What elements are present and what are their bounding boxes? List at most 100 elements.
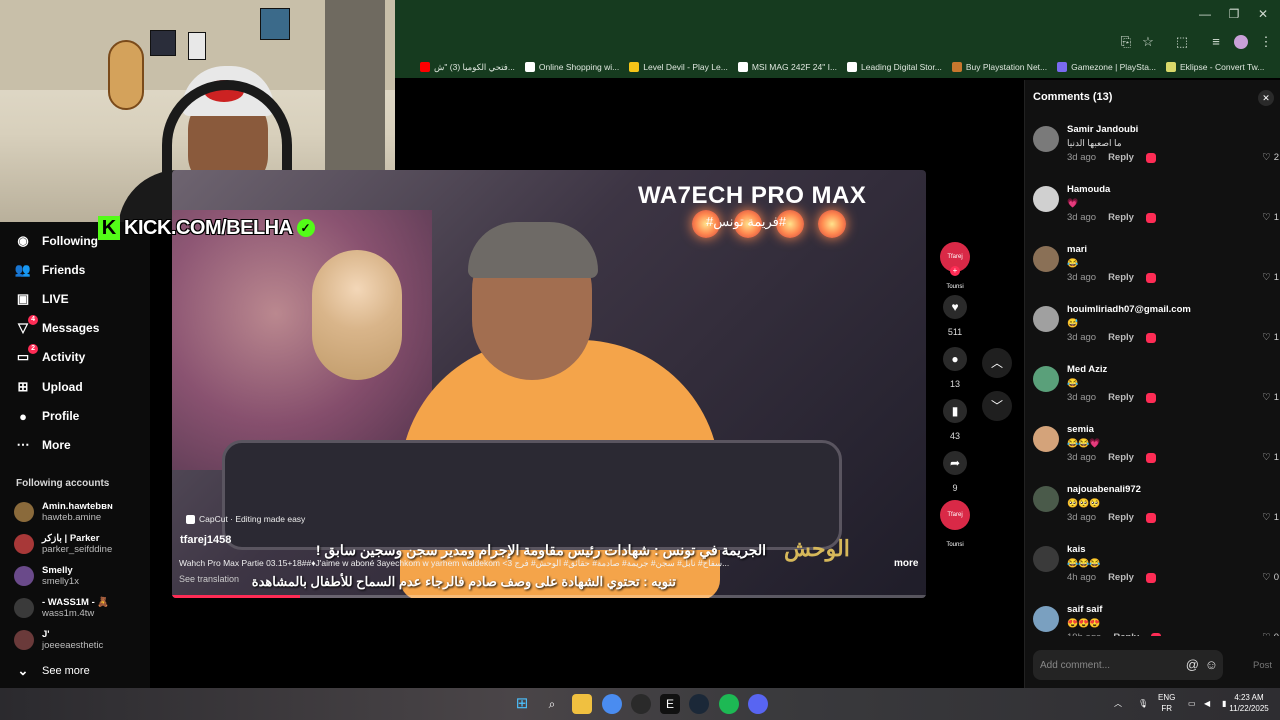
language-indicator[interactable]: ENG FR [1158,692,1175,714]
bookmark-item[interactable]: Online Shopping wi... [524,62,619,72]
reply-button[interactable]: Reply [1108,332,1134,343]
commenter-name[interactable]: Hamouda [1067,184,1110,195]
reply-button[interactable]: Reply [1108,572,1134,583]
windows-start-icon[interactable]: ⊞ [512,694,532,714]
network-icon[interactable]: ▭ [1188,698,1196,709]
steam-icon[interactable] [689,694,709,714]
sidebar-item-live[interactable]: ▣ LIVE [14,286,69,312]
sidebar-item-profile[interactable]: ● Profile [14,403,79,429]
sidebar-item-friends[interactable]: 👥 Friends [14,257,85,283]
comment-input[interactable] [1033,650,1183,680]
commenter-avatar[interactable] [1033,126,1059,152]
bookmark-item[interactable]: Level Devil - Play Le... [629,62,728,72]
reply-button[interactable]: Reply [1108,212,1134,223]
mention-icon[interactable]: @ [1186,657,1199,672]
commenter-avatar[interactable] [1033,186,1059,212]
profile-avatar-icon[interactable] [1231,32,1251,52]
sidebar-item-upload[interactable]: ⊞ Upload [14,374,83,400]
sidebar-item-messages[interactable]: ▽ 4 Messages [14,315,99,341]
commenter-name[interactable]: houimliriadh07@gmail.com [1067,304,1191,315]
commenter-avatar[interactable] [1033,486,1059,512]
reply-button[interactable]: Reply [1108,272,1134,283]
tray-overflow-icon[interactable]: ︿ [1114,698,1122,709]
restore-icon[interactable]: ❐ [1219,4,1249,24]
comment-like-button[interactable]: ♡ 1 [1262,332,1279,343]
like-button[interactable]: ♥ [943,295,967,319]
following-account[interactable]: Amin.hawtebʙɴ hawteb.amine [14,498,154,526]
cast-icon[interactable]: ⎘ [1116,32,1136,52]
commenter-name[interactable]: kais [1067,544,1086,555]
comment-like-button[interactable]: ♡ 1 [1262,392,1279,403]
sound-avatar[interactable]: Tfarej Tounsi [940,500,970,548]
bookmark-star-icon[interactable]: ☆ [1138,32,1158,52]
discord-icon[interactable] [748,694,768,714]
close-comments-button[interactable]: ✕ [1258,90,1274,106]
epic-games-icon[interactable]: E [660,694,680,714]
search-icon[interactable]: ⌕ [542,694,562,714]
comment-like-button[interactable]: ♡ 1 [1262,512,1279,523]
comments-list[interactable]: Samir Jandoubi ما اصعبها الدنيا 3d ago Repl… [1025,116,1280,636]
bookmark-item[interactable]: Buy Playstation Net... [951,62,1047,72]
commenter-name[interactable]: Samir Jandoubi [1067,124,1138,135]
bookmark-item[interactable]: فتحي الكومبا (3) "ش... [420,62,515,73]
reply-button[interactable]: Reply [1108,452,1134,463]
commenter-name[interactable]: semia [1067,424,1094,435]
commenter-name[interactable]: Med Aziz [1067,364,1107,375]
reply-button[interactable]: Reply [1108,512,1134,523]
close-window-icon[interactable]: ✕ [1248,4,1278,24]
chrome-icon[interactable] [602,694,622,714]
comment-like-button[interactable]: ♡ 1 [1262,272,1279,283]
capcut-tag[interactable]: CapCut · Editing made easy [186,514,305,524]
commenter-avatar[interactable] [1033,366,1059,392]
see-more-button[interactable]: ⌄ See more [14,658,90,684]
next-video-button[interactable]: ﹀ [982,391,1012,421]
reply-button[interactable]: Reply [1108,152,1134,163]
video-progress-bar[interactable] [172,595,926,598]
media-controls-icon[interactable]: ≡ [1206,32,1226,52]
app-icon[interactable] [631,694,651,714]
following-account[interactable]: J' joeeeaesthetic [14,626,154,654]
volume-icon[interactable]: ◀ [1204,698,1210,709]
bookmark-item[interactable]: Leading Digital Stor... [847,62,942,72]
commenter-avatar[interactable] [1033,546,1059,572]
more-button[interactable]: more [894,558,918,569]
commenter-name[interactable]: najouabenali972 [1067,484,1141,495]
reply-button[interactable]: Reply [1113,632,1139,636]
commenter-avatar[interactable] [1033,306,1059,332]
share-button[interactable]: ➦ [943,451,967,475]
save-button[interactable]: ▮ [943,399,967,423]
comment-like-button[interactable]: ♡0 [1262,572,1279,583]
following-account[interactable]: - WASS1M - 🧸 wass1m.4tw [14,594,154,622]
follow-plus-icon[interactable]: + [950,266,960,276]
sidebar-item-more[interactable]: ⋯ More [14,432,71,458]
comment-like-button[interactable]: ♡ 1 [1262,212,1279,223]
minimize-icon[interactable]: — [1190,4,1220,24]
following-account[interactable]: بازكر | Parker parker_seifddine [14,530,154,558]
commenter-name[interactable]: saif saif [1067,604,1102,615]
commenter-avatar[interactable] [1033,606,1059,632]
clock[interactable]: 4:23 AM 11/22/2025 [1226,692,1272,714]
commenter-avatar[interactable] [1033,246,1059,272]
reply-button[interactable]: Reply [1108,392,1134,403]
following-account[interactable]: Smelly smelly1x [14,562,154,590]
post-button[interactable]: Post [1253,660,1272,671]
comment-like-button[interactable]: ♡0 [1262,632,1279,636]
previous-video-button[interactable]: ︿ [982,348,1012,378]
comment-like-button[interactable]: ♡ 1 [1262,452,1279,463]
video-author[interactable]: tfarej1458 [180,534,231,546]
commenter-avatar[interactable] [1033,426,1059,452]
bookmark-item[interactable]: Gamezone | PlaySta... [1057,62,1156,72]
browser-menu-icon[interactable]: ⋮ [1256,32,1276,52]
bookmark-item[interactable]: Eklipse - Convert Tw... [1166,62,1264,72]
sidebar-item-activity[interactable]: ▭ 2 Activity [14,344,85,370]
microphone-icon[interactable]: 🎙 [1138,698,1148,709]
commenter-name[interactable]: mari [1067,244,1087,255]
comment-like-button[interactable]: ♡ 2 [1262,152,1279,163]
see-translation-link[interactable]: See translation [179,574,239,584]
file-explorer-icon[interactable] [572,694,592,714]
sidebar-item-following[interactable]: ◉ Following [14,228,98,254]
comment-button[interactable]: ● [943,347,967,371]
bookmark-item[interactable]: MSI MAG 242F 24" I... [737,62,837,72]
emoji-icon[interactable]: ☺ [1205,657,1218,672]
extensions-icon[interactable]: ⬚ [1172,32,1192,52]
